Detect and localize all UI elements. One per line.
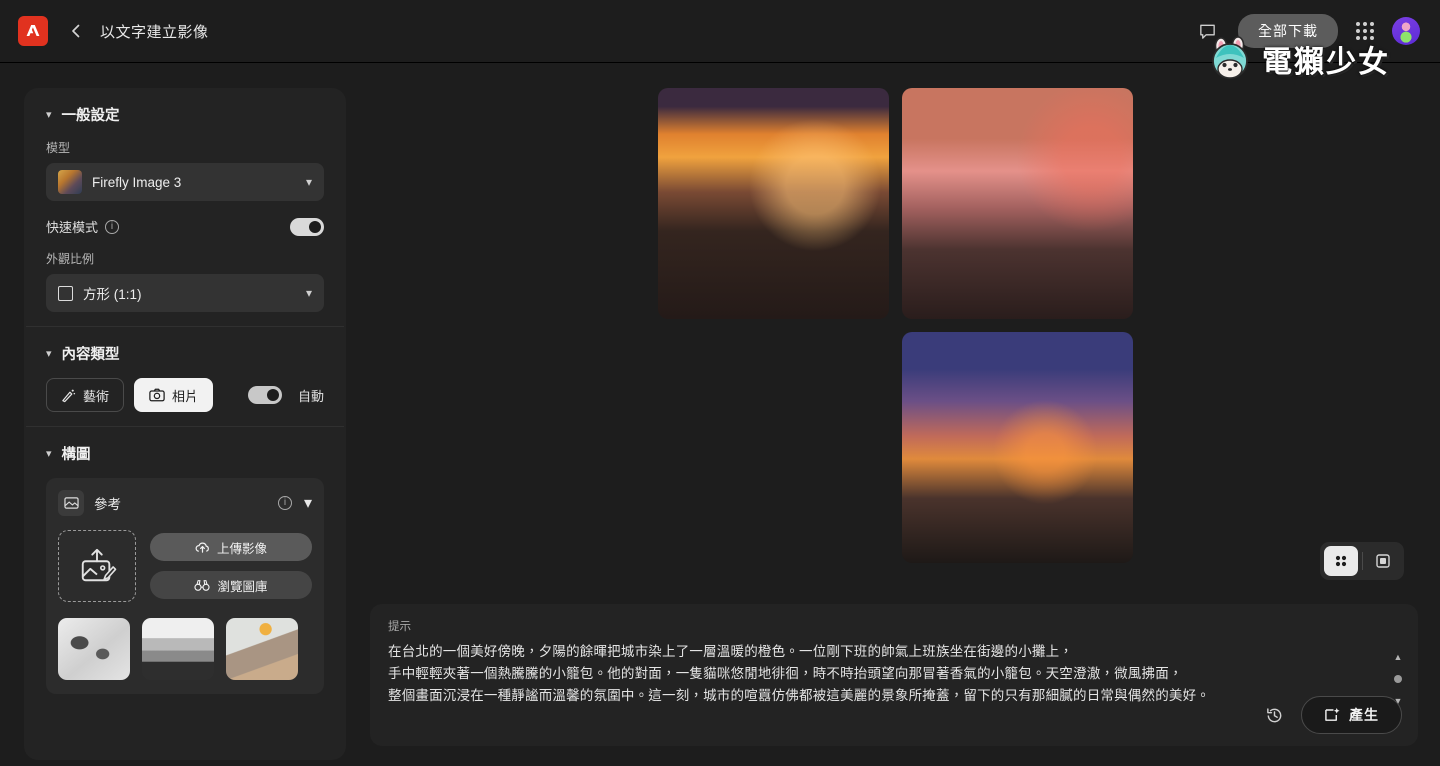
model-thumbnail-icon [58,170,82,194]
single-view-icon [1376,554,1390,568]
view-mode-toggle [1320,542,1404,580]
reference-body: 上傳影像 瀏覽圖庫 [58,530,312,602]
settings-panel: ▾ 一般設定 模型 Firefly Image 3 ▾ 快速模式 i 外觀比例 … [24,88,346,760]
upload-image-icon [81,548,117,582]
reference-image-icon [58,490,84,516]
aspect-ratio-value: 方形 (1:1) [83,287,142,302]
living-room-thumbnail[interactable] [226,618,298,680]
generated-images-grid [658,88,1404,580]
fast-mode-toggle[interactable] [290,217,324,236]
grid-view-button[interactable] [1324,546,1358,576]
fast-mode-label: 快速模式 [46,220,99,235]
prompt-input[interactable]: 在台北的一個美好傍晚，夕陽的餘暉把城市染上了一層溫暖的橙色。一位剛下班的帥氣上班… [388,641,1378,707]
sketch-birds-thumbnail[interactable] [58,618,130,680]
general-settings-header[interactable]: ▾ 一般設定 [46,104,324,125]
info-icon[interactable]: i [277,496,292,510]
general-settings-title: 一般設定 [61,108,120,124]
aspect-ratio-select[interactable]: 方形 (1:1) ▾ [46,274,324,312]
chat-icon[interactable] [1194,18,1220,44]
content-type-photo-button[interactable]: 相片 [134,378,214,412]
general-settings-section: ▾ 一般設定 模型 Firefly Image 3 ▾ 快速模式 i 外觀比例 … [24,88,346,326]
generated-image-3[interactable] [658,332,889,563]
reference-card: 參考 i ▾ 上傳影像 瀏覽圖庫 [46,478,324,694]
image-dropzone[interactable] [58,530,136,602]
chevron-down-icon: ▾ [46,448,52,460]
composition-section: ▾ 構圖 參考 i ▾ 上傳影像 瀏覽圖庫 [24,427,346,708]
sparkle-image-icon [1325,707,1340,721]
single-view-button[interactable] [1366,546,1400,576]
generated-image-4[interactable] [902,332,1133,563]
upload-image-label: 上傳影像 [216,541,267,556]
image-grid [658,88,1133,563]
prompt-label: 提示 [388,621,411,633]
art-icon [62,389,76,402]
browse-gallery-button[interactable]: 瀏覽圖庫 [150,571,312,599]
camera-icon [149,388,165,402]
firefly-app-window: 以文字建立影像 全部下載 電獺少女 ▾ 一般設定 模型 Firefly Imag… [0,0,1440,766]
chevron-down-icon: ▾ [305,175,312,189]
square-icon [58,285,73,301]
page-title: 以文字建立影像 [100,23,209,41]
content-type-title: 內容類型 [61,347,120,363]
generate-button[interactable]: 產生 [1301,696,1402,734]
model-value: Firefly Image 3 [92,174,182,190]
model-select[interactable]: Firefly Image 3 ▾ [46,163,324,201]
generated-image-1[interactable] [658,88,889,319]
app-header: 以文字建立影像 全部下載 [0,0,1440,63]
scrollbar-thumb[interactable] [1394,675,1402,683]
chevron-down-icon: ▾ [46,348,52,360]
chevron-down-icon[interactable]: ▾ [304,493,312,513]
fast-mode-row: 快速模式 i [46,217,324,236]
binoculars-icon [194,579,211,591]
aspect-ratio-label: 外觀比例 [46,252,95,266]
back-button[interactable] [62,17,90,45]
reference-label: 參考 [94,497,121,512]
grayscale-landscape-thumbnail[interactable] [142,618,214,680]
content-type-section: ▾ 內容類型 藝術 相片 自動 [24,327,346,426]
history-icon[interactable] [1263,704,1285,726]
app-grid-icon[interactable] [1356,22,1374,40]
divider [1361,552,1363,570]
upload-image-button[interactable]: 上傳影像 [150,533,312,561]
prompt-actions: 產生 [1263,696,1402,734]
cloud-upload-icon [195,542,209,553]
scroll-up-icon[interactable]: ▲ [1394,652,1403,662]
content-type-header[interactable]: ▾ 內容類型 [46,343,324,364]
composition-title: 構圖 [61,447,91,463]
content-type-art-button[interactable]: 藝術 [46,378,125,412]
grid-view-icon [1335,555,1346,567]
generated-image-2[interactable] [902,88,1133,319]
avatar[interactable] [1392,17,1420,45]
auto-toggle-wrap: 自動 [247,386,324,405]
auto-toggle[interactable] [247,386,282,404]
chevron-down-icon: ▾ [46,109,52,121]
download-all-button[interactable]: 全部下載 [1238,14,1338,48]
content-type-art-label: 藝術 [83,388,110,404]
reference-buttons: 上傳影像 瀏覽圖庫 [150,530,312,599]
header-actions: 全部下載 [1194,14,1420,48]
adobe-logo-icon[interactable] [18,16,48,46]
generate-label: 產生 [1349,707,1379,723]
prompt-bar: 提示 在台北的一個美好傍晚，夕陽的餘暉把城市染上了一層溫暖的橙色。一位剛下班的帥… [370,604,1418,746]
reference-header-actions: i ▾ [271,493,312,513]
auto-label: 自動 [297,388,324,404]
composition-header[interactable]: ▾ 構圖 [46,443,324,464]
content-type-photo-label: 相片 [172,388,199,404]
info-icon[interactable]: i [105,219,120,234]
browse-gallery-label: 瀏覽圖庫 [217,579,268,594]
content-type-options: 藝術 相片 自動 [46,378,324,412]
chevron-down-icon: ▾ [305,286,312,300]
reference-header: 參考 i ▾ [58,490,312,516]
model-label: 模型 [46,141,71,155]
reference-thumbnails [58,618,312,694]
